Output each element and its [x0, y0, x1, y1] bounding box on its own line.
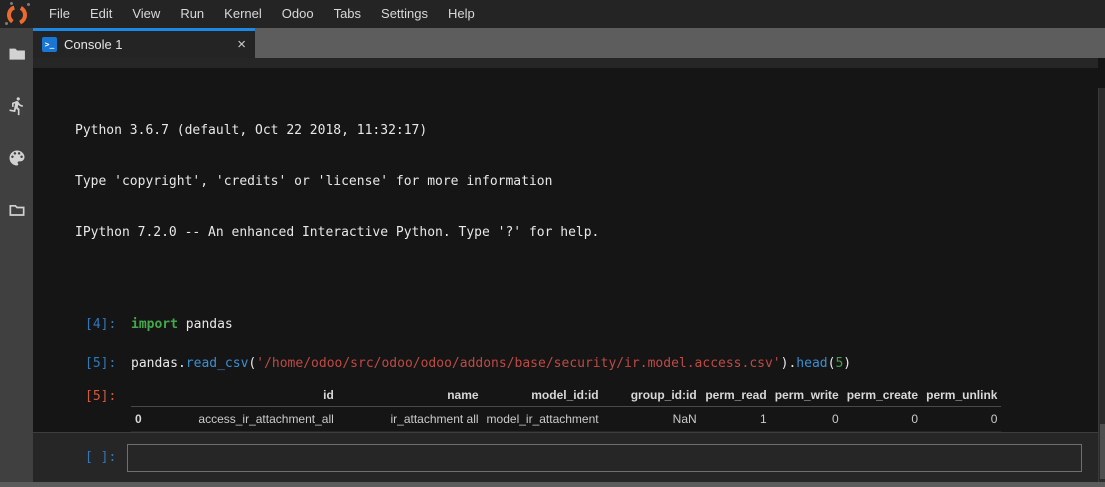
column-header: name: [338, 384, 483, 407]
console-panel: Python 3.6.7 (default, Oct 22 2018, 11:3…: [33, 58, 1105, 482]
banner-line: IPython 7.2.0 -- An enhanced Interactive…: [75, 224, 1098, 241]
column-header: perm_create: [843, 384, 922, 407]
column-header: model_id:id: [483, 384, 603, 407]
table-cell: NaN: [603, 407, 701, 432]
status-bar: [0, 482, 1105, 487]
output-prompt: [5]:: [85, 384, 131, 432]
input-prompt: [4]:: [85, 316, 131, 333]
input-prompt: [5]:: [85, 355, 131, 372]
menu-item-edit[interactable]: Edit: [80, 0, 122, 28]
tab-label: Console 1: [64, 37, 230, 52]
file-browser-icon[interactable]: [5, 42, 29, 66]
code-token: import: [131, 317, 178, 332]
code-token: ): [843, 356, 851, 371]
menu-item-odoo[interactable]: Odoo: [272, 0, 324, 28]
console-content: Python 3.6.7 (default, Oct 22 2018, 11:3…: [33, 68, 1098, 432]
activity-sidebar: [0, 28, 33, 482]
table-cell: 0: [922, 407, 1001, 432]
console-input-area: [ ]:: [33, 432, 1098, 482]
row-index: 0: [131, 407, 146, 432]
table-cell: 1: [701, 407, 771, 432]
banner-line: Python 3.6.7 (default, Oct 22 2018, 11:3…: [75, 122, 1098, 139]
menu-item-view[interactable]: View: [122, 0, 170, 28]
menu-item-kernel[interactable]: Kernel: [214, 0, 272, 28]
column-header: id: [146, 384, 338, 407]
table-cell: model_ir_attachment: [483, 407, 603, 432]
code-token: ).: [781, 356, 797, 371]
column-header: perm_unlink: [922, 384, 1001, 407]
code-token: head: [796, 356, 827, 371]
table-cell: 0: [771, 407, 843, 432]
column-header: perm_write: [771, 384, 843, 407]
console-cell: [5]: pandas.read_csv('/home/odoo/src/odo…: [75, 355, 1098, 372]
tab-bar: >_ Console 1 ×: [33, 28, 1105, 58]
tab-console-1[interactable]: >_ Console 1 ×: [33, 28, 255, 58]
table-cell: access_ir_attachment_all: [146, 407, 338, 432]
menu-item-file[interactable]: File: [39, 0, 80, 28]
menu-item-tabs[interactable]: Tabs: [324, 0, 371, 28]
menu-bar: File Edit View Run Kernel Odoo Tabs Sett…: [0, 0, 1105, 28]
code-line: import pandas: [131, 316, 233, 333]
column-header: group_id:id: [603, 384, 701, 407]
panel-top-strip: [33, 58, 1098, 68]
menu-item-help[interactable]: Help: [438, 0, 485, 28]
banner-line: Type 'copyright', 'credits' or 'license'…: [75, 173, 1098, 190]
console-output: [5]: idnamemodel_id:idgroup_id:idperm_re…: [75, 384, 1098, 432]
open-tabs-icon[interactable]: [5, 198, 29, 222]
code-token: pandas.: [131, 356, 186, 371]
logo-dot: [27, 3, 30, 6]
code-line: pandas.read_csv('/home/odoo/src/odoo/odo…: [131, 355, 851, 372]
running-sessions-icon[interactable]: [5, 94, 29, 118]
console-code-input[interactable]: [127, 444, 1082, 472]
code-token: '/home/odoo/src/odoo/odoo/addons/base/se…: [256, 356, 780, 371]
console-prompt-icon: >_: [42, 37, 57, 52]
table-cell: ir_attachment all: [338, 407, 483, 432]
odoo-sh-logo-icon: [5, 2, 31, 28]
ipython-banner: Python 3.6.7 (default, Oct 22 2018, 11:3…: [75, 88, 1098, 275]
dataframe-header: idnamemodel_id:idgroup_id:idperm_readper…: [131, 384, 1001, 407]
scrollbar[interactable]: [1098, 88, 1105, 482]
menu-item-settings[interactable]: Settings: [371, 0, 438, 28]
code-token: read_csv: [186, 356, 249, 371]
command-palette-icon[interactable]: [5, 146, 29, 170]
column-header: [131, 384, 146, 407]
close-icon[interactable]: ×: [237, 37, 246, 52]
code-token: pandas: [178, 317, 233, 332]
console-cell: [4]: import pandas: [75, 316, 1098, 333]
empty-input-prompt: [ ]:: [85, 450, 127, 465]
dataframe-table: idnamemodel_id:idgroup_id:idperm_readper…: [131, 384, 1001, 432]
menu-item-run[interactable]: Run: [170, 0, 214, 28]
table-row: 0access_ir_attachment_allir_attachment a…: [131, 407, 1001, 432]
column-header: perm_read: [701, 384, 771, 407]
logo-ring: [7, 5, 27, 25]
logo-dot: [5, 22, 8, 25]
main-area: >_ Console 1 × Python 3.6.7 (default, Oc…: [33, 28, 1105, 482]
table-cell: 0: [843, 407, 922, 432]
scrollbar-thumb[interactable]: [1100, 424, 1105, 479]
logo-dot: [10, 2, 13, 5]
